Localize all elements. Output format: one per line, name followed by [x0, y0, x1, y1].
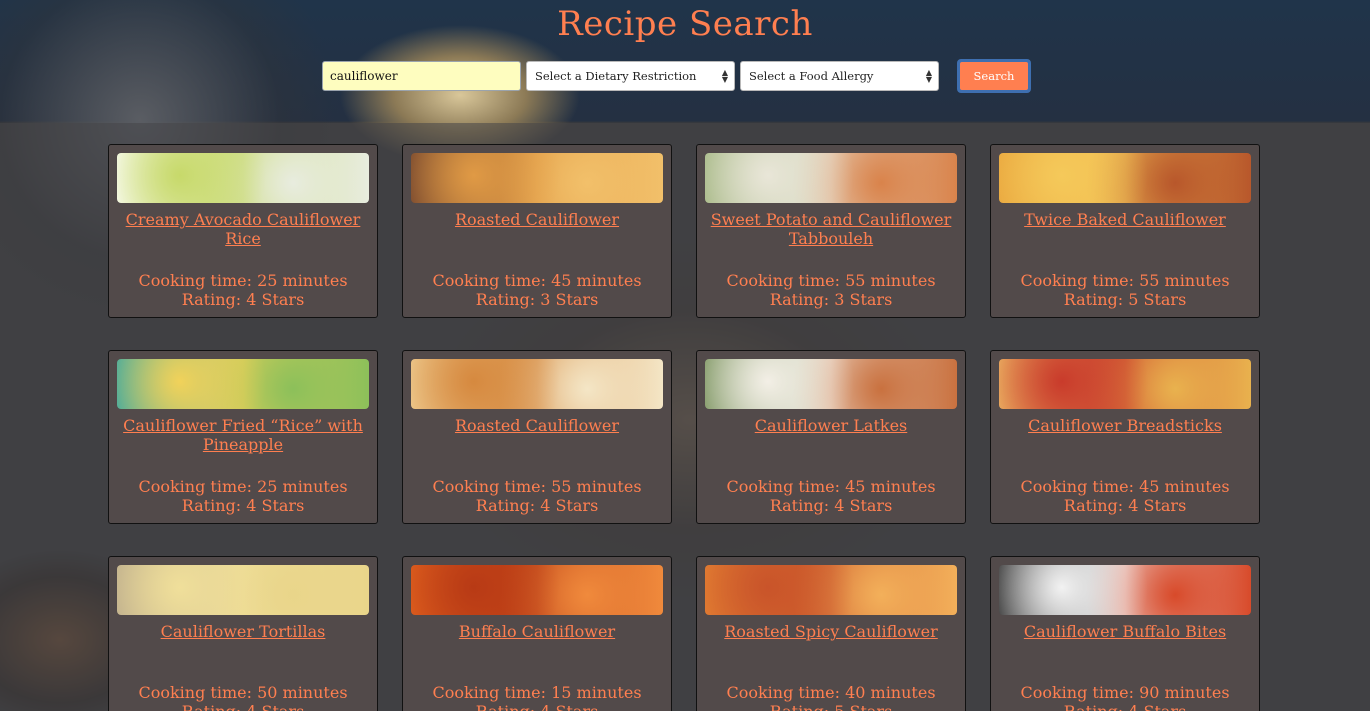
recipe-image[interactable] — [705, 359, 957, 409]
recipe-card: Cauliflower Latkes Cooking time: 45 minu… — [696, 350, 966, 524]
cooking-time: Cooking time: 15 minutes — [432, 683, 642, 702]
recipe-title-link[interactable]: Roasted Cauliflower — [409, 210, 665, 229]
rating: Rating: 4 Stars — [769, 496, 893, 515]
recipe-title-link[interactable]: Buffalo Cauliflower — [409, 622, 665, 641]
recipe-card: Roasted Cauliflower Cooking time: 55 min… — [402, 350, 672, 524]
recipe-card: Cauliflower Buffalo Bites Cooking time: … — [990, 556, 1260, 711]
select-arrows-icon: ▲ ▼ — [721, 68, 728, 84]
recipe-image[interactable] — [705, 565, 957, 615]
search-button[interactable]: Search — [960, 62, 1028, 90]
cooking-time: Cooking time: 25 minutes — [138, 477, 348, 496]
recipe-image[interactable] — [705, 153, 957, 203]
recipe-card: Creamy Avocado Cauliflower Rice Cooking … — [108, 144, 378, 318]
rating: Rating: 4 Stars — [475, 496, 599, 515]
food-allergy-label: Select a Food Allergy — [749, 69, 874, 83]
recipe-card: Sweet Potato and Cauliflower Tabbouleh C… — [696, 144, 966, 318]
recipe-meta: Cooking time: 50 minutes Rating: 4 Stars — [109, 683, 377, 711]
recipe-title-link[interactable]: Cauliflower Tortillas — [115, 622, 371, 641]
recipe-title-link[interactable]: Cauliflower Fried “Rice” with Pineapple — [115, 416, 371, 454]
recipe-meta: Cooking time: 45 minutes Rating: 4 Stars — [697, 477, 965, 515]
recipe-meta: Cooking time: 15 minutes Rating: 4 Stars — [403, 683, 671, 711]
cooking-time: Cooking time: 90 minutes — [1020, 683, 1230, 702]
cooking-time: Cooking time: 55 minutes — [432, 477, 642, 496]
rating: Rating: 4 Stars — [1063, 496, 1187, 515]
recipe-title-link[interactable]: Cauliflower Latkes — [703, 416, 959, 435]
rating: Rating: 5 Stars — [1063, 290, 1187, 309]
cooking-time: Cooking time: 50 minutes — [138, 683, 348, 702]
cooking-time: Cooking time: 55 minutes — [1020, 271, 1230, 290]
recipe-card: Cauliflower Fried “Rice” with Pineapple … — [108, 350, 378, 524]
recipe-image[interactable] — [117, 153, 369, 203]
cooking-time: Cooking time: 55 minutes — [726, 271, 936, 290]
cooking-time: Cooking time: 45 minutes — [432, 271, 642, 290]
food-allergy-select[interactable]: Select a Food Allergy ▲ ▼ — [740, 61, 939, 91]
cooking-time: Cooking time: 25 minutes — [138, 271, 348, 290]
rating: Rating: 5 Stars — [697, 702, 965, 711]
recipe-title-link[interactable]: Cauliflower Breadsticks — [997, 416, 1253, 435]
recipe-card: Roasted Cauliflower Cooking time: 45 min… — [402, 144, 672, 318]
recipe-meta: Cooking time: 45 minutes Rating: 3 Stars — [403, 271, 671, 309]
recipe-title-link[interactable]: Twice Baked Cauliflower — [997, 210, 1253, 229]
recipe-image[interactable] — [117, 359, 369, 409]
recipe-title-link[interactable]: Cauliflower Buffalo Bites — [997, 622, 1253, 641]
cooking-time: Cooking time: 45 minutes — [1020, 477, 1230, 496]
recipe-meta: Cooking time: 25 minutes Rating: 4 Stars — [109, 271, 377, 309]
recipe-image[interactable] — [999, 565, 1251, 615]
rating: Rating: 4 Stars — [403, 702, 671, 711]
recipe-card: Twice Baked Cauliflower Cooking time: 55… — [990, 144, 1260, 318]
recipe-title-link[interactable]: Roasted Spicy Cauliflower — [703, 622, 959, 641]
recipe-image[interactable] — [411, 565, 663, 615]
recipe-image[interactable] — [411, 359, 663, 409]
recipe-card: Buffalo Cauliflower Cooking time: 15 min… — [402, 556, 672, 711]
recipe-meta: Cooking time: 55 minutes Rating: 3 Stars — [697, 271, 965, 309]
dietary-restriction-select[interactable]: Select a Dietary Restriction ▲ ▼ — [526, 61, 735, 91]
rating: Rating: 3 Stars — [769, 290, 893, 309]
search-bar: Select a Dietary Restriction ▲▼ Select a… — [322, 59, 1031, 93]
select-arrows-icon: ▲ ▼ — [925, 68, 932, 84]
search-input[interactable] — [322, 61, 521, 91]
header: Recipe Search Select a Dietary Restricti… — [0, 0, 1370, 123]
recipe-card: Cauliflower Breadsticks Cooking time: 45… — [990, 350, 1260, 524]
cooking-time: Cooking time: 45 minutes — [726, 477, 936, 496]
recipe-card: Cauliflower Tortillas Cooking time: 50 m… — [108, 556, 378, 711]
recipe-meta: Cooking time: 90 minutes Rating: 4 Stars — [991, 683, 1259, 711]
recipe-meta: Cooking time: 25 minutes Rating: 4 Stars — [109, 477, 377, 515]
rating: Rating: 4 Stars — [181, 290, 305, 309]
recipe-meta: Cooking time: 45 minutes Rating: 4 Stars — [991, 477, 1259, 515]
rating: Rating: 3 Stars — [475, 290, 599, 309]
page-title: Recipe Search — [557, 4, 813, 44]
rating: Rating: 4 Stars — [181, 496, 305, 515]
recipe-title-link[interactable]: Roasted Cauliflower — [409, 416, 665, 435]
recipe-image[interactable] — [117, 565, 369, 615]
rating: Rating: 4 Stars — [991, 702, 1259, 711]
recipe-image[interactable] — [411, 153, 663, 203]
recipe-grid: Creamy Avocado Cauliflower Rice Cooking … — [108, 144, 1260, 711]
recipe-title-link[interactable]: Creamy Avocado Cauliflower Rice — [115, 210, 371, 248]
cooking-time: Cooking time: 40 minutes — [726, 683, 936, 702]
dietary-restriction-label: Select a Dietary Restriction — [535, 69, 697, 83]
recipe-meta: Cooking time: 55 minutes Rating: 4 Stars — [403, 477, 671, 515]
recipe-meta: Cooking time: 55 minutes Rating: 5 Stars — [991, 271, 1259, 309]
recipe-image[interactable] — [999, 153, 1251, 203]
recipe-title-link[interactable]: Sweet Potato and Cauliflower Tabbouleh — [703, 210, 959, 248]
recipe-meta: Cooking time: 40 minutes Rating: 5 Stars — [697, 683, 965, 711]
search-button-focus-ring: Search — [957, 59, 1031, 93]
recipe-image[interactable] — [999, 359, 1251, 409]
rating: Rating: 4 Stars — [109, 702, 377, 711]
recipe-card: Roasted Spicy Cauliflower Cooking time: … — [696, 556, 966, 711]
